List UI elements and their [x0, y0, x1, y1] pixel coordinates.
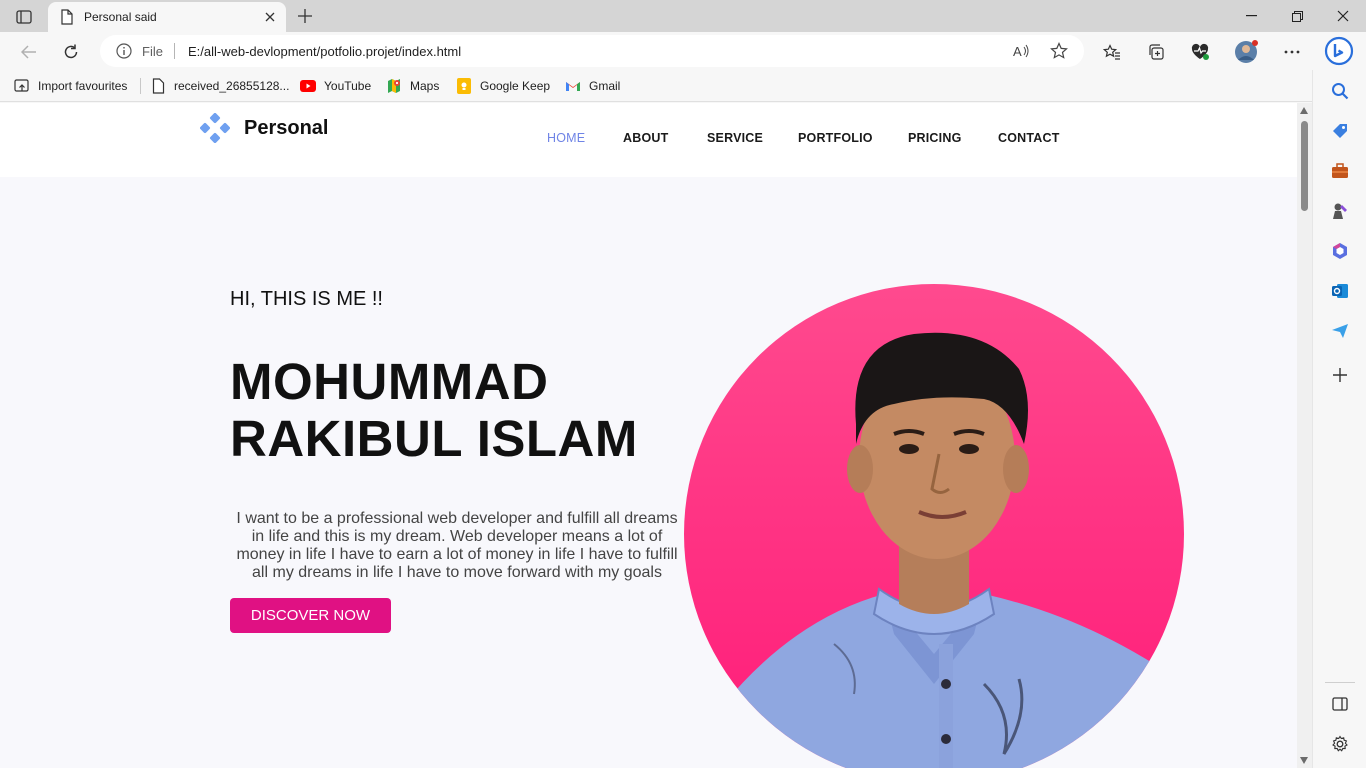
scroll-down-icon[interactable] — [1300, 757, 1308, 764]
fav-label: received_26855128... — [174, 79, 290, 93]
address-bar[interactable]: File E:/all-web-devlopment/potfolio.proj… — [100, 35, 1084, 67]
hero-name: MOHUMMAD RAKIBUL ISLAM — [230, 353, 638, 467]
hero-description: I want to be a professional web develope… — [236, 510, 678, 581]
fav-label: YouTube — [324, 79, 372, 93]
page-icon — [150, 78, 166, 94]
fav-label: Google Keep — [480, 79, 551, 93]
scroll-up-icon[interactable] — [1300, 107, 1308, 114]
diamond-logo-icon — [200, 113, 230, 143]
edge-sidebar — [1312, 70, 1366, 768]
page-scrollbar[interactable] — [1297, 103, 1312, 768]
fav-received[interactable]: received_26855128... — [150, 76, 289, 96]
search-icon[interactable] — [1327, 78, 1353, 104]
url-text[interactable]: E:/all-web-devlopment/potfolio.projet/in… — [188, 44, 461, 59]
minimize-icon[interactable] — [1228, 0, 1274, 32]
svg-text:A: A — [1013, 44, 1022, 59]
fav-label: Import favourites — [38, 79, 128, 93]
address-divider — [174, 43, 175, 59]
fav-youtube[interactable]: YouTube — [300, 76, 371, 96]
scheme-label: File — [142, 44, 163, 59]
tab-strip: Personal said — [0, 0, 1366, 32]
nav-about[interactable]: ABOUT — [623, 131, 668, 145]
sidebar-toggle-icon[interactable] — [1327, 691, 1353, 717]
nav-service[interactable]: SERVICE — [707, 131, 763, 145]
import-icon — [14, 78, 30, 94]
nav-portfolio[interactable]: PORTFOLIO — [798, 131, 873, 145]
page-viewport: Personal HOME ABOUT SERVICE PORTFOLIO PR… — [0, 103, 1297, 768]
read-aloud-icon[interactable]: A — [1012, 42, 1030, 65]
fav-maps[interactable]: Maps — [386, 76, 439, 96]
nav-contact[interactable]: CONTACT — [998, 131, 1060, 145]
drop-icon[interactable] — [1327, 318, 1353, 344]
settings-gear-icon[interactable] — [1327, 731, 1353, 757]
new-tab-icon[interactable] — [294, 5, 316, 27]
maps-icon — [386, 78, 402, 94]
microsoft-365-icon[interactable] — [1327, 238, 1353, 264]
fav-label: Gmail — [589, 79, 621, 93]
hero-name-line-1: MOHUMMAD — [230, 353, 549, 410]
profile-photo — [684, 284, 1184, 768]
gmail-icon — [565, 78, 581, 94]
browser-toolbar: File E:/all-web-devlopment/potfolio.proj… — [0, 32, 1366, 70]
sidebar-divider — [1325, 682, 1355, 683]
games-icon[interactable] — [1327, 198, 1353, 224]
refresh-icon[interactable] — [58, 39, 84, 65]
collections-icon[interactable] — [1143, 39, 1169, 65]
fav-gmail[interactable]: Gmail — [565, 76, 620, 96]
copilot-icon[interactable] — [1322, 34, 1356, 68]
fav-keep[interactable]: Google Keep — [456, 76, 550, 96]
add-icon[interactable] — [1327, 362, 1353, 388]
youtube-icon — [300, 78, 316, 94]
brand-name: Personal — [244, 116, 329, 139]
back-icon[interactable] — [16, 39, 42, 65]
restore-icon[interactable] — [1274, 0, 1320, 32]
favourites-bar: Import favourites received_26855128... Y… — [0, 70, 1312, 102]
scrollbar-thumb[interactable] — [1301, 121, 1308, 211]
keep-icon — [456, 78, 472, 94]
tab-title: Personal said — [84, 10, 157, 24]
page-icon — [60, 9, 74, 30]
close-tab-icon[interactable] — [262, 9, 278, 25]
nav-home[interactable]: HOME — [547, 131, 585, 145]
browser-essentials-icon[interactable] — [1187, 39, 1213, 65]
discover-now-button[interactable]: DISCOVER NOW — [230, 598, 391, 633]
site-header: Personal HOME ABOUT SERVICE PORTFOLIO PR… — [0, 103, 1297, 177]
profile-avatar[interactable] — [1233, 39, 1259, 65]
hero-greeting: HI, THIS IS ME !! — [230, 288, 383, 310]
shopping-tag-icon[interactable] — [1327, 118, 1353, 144]
browser-tab[interactable]: Personal said — [48, 2, 286, 32]
fav-import[interactable]: Import favourites — [14, 76, 127, 96]
more-options-icon[interactable] — [1279, 39, 1305, 65]
star-icon[interactable] — [1050, 42, 1068, 65]
brand-logo[interactable]: Personal — [200, 113, 328, 143]
favourites-icon[interactable] — [1099, 39, 1125, 65]
tab-actions-icon[interactable] — [10, 6, 38, 28]
fav-divider — [140, 78, 141, 94]
outlook-icon[interactable] — [1327, 278, 1353, 304]
info-icon[interactable] — [116, 43, 132, 64]
tools-icon[interactable] — [1327, 158, 1353, 184]
nav-pricing[interactable]: PRICING — [908, 131, 962, 145]
close-window-icon[interactable] — [1320, 0, 1366, 32]
hero-name-line-2: RAKIBUL ISLAM — [230, 410, 638, 467]
fav-label: Maps — [410, 79, 440, 93]
